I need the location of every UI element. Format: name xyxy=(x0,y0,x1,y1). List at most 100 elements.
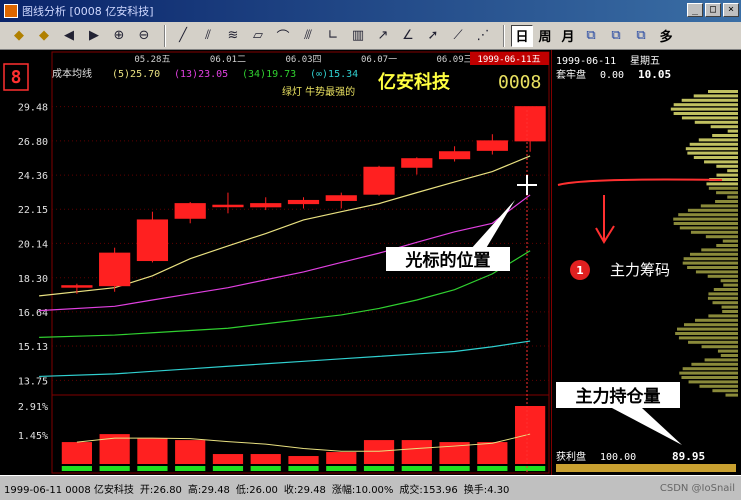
badge-number: 1 xyxy=(576,264,584,277)
chip-bar xyxy=(679,371,738,375)
signal-bar xyxy=(363,466,395,471)
profit-value-price: 89.95 xyxy=(672,450,705,463)
chip-bar xyxy=(722,310,738,313)
parallel-line-icon[interactable]: ⫽ xyxy=(197,25,219,47)
window-cascade-icon[interactable]: ⧉ xyxy=(605,25,627,47)
chart-subtitle: 绿灯 牛势最强的 xyxy=(282,85,355,98)
signal-bar xyxy=(175,466,206,471)
status-high: 高:29.48 xyxy=(187,484,230,496)
signal-bar xyxy=(326,466,357,471)
channel-icon[interactable]: ⫻ xyxy=(297,25,319,47)
chip-bar xyxy=(712,301,738,305)
toolbar: ◆ ◆ ◀ ▶ ⊕ ⊖ ╱ ⫽ ≋ ▱ ⌒ ⫻ ∟ ▥ ↗ ∠ ➚ ⟋ ⋰ 日 … xyxy=(0,22,741,50)
minimize-button[interactable]: _ xyxy=(687,3,703,17)
volume-bars: 2.91% 1.45% xyxy=(18,402,546,471)
signal-bar xyxy=(401,466,432,471)
y-tick-label: 20.14 xyxy=(18,239,48,250)
zoom-out-icon[interactable]: ⊖ xyxy=(133,25,155,47)
arc-draw-icon[interactable]: ⌒ xyxy=(272,25,294,47)
close-button[interactable]: × xyxy=(723,3,739,17)
zoom-in-icon[interactable]: ⊕ xyxy=(108,25,130,47)
kline-chart-area[interactable]: 8 成本均线 (5)25.70 (13)23.05 (34)19.73 (∞)1… xyxy=(0,50,551,475)
wave-line-icon[interactable]: ≋ xyxy=(222,25,244,47)
chip-bar xyxy=(673,222,738,225)
maximize-button[interactable]: □ xyxy=(705,3,721,17)
arrow-line-icon[interactable]: ➚ xyxy=(422,25,444,47)
chip-bar xyxy=(684,323,738,327)
line-draw-icon[interactable]: ╱ xyxy=(172,25,194,47)
price-grid xyxy=(52,106,549,381)
volume-bar xyxy=(61,442,92,464)
candle-body xyxy=(438,151,471,160)
chip-bar xyxy=(681,98,738,102)
chip-bar xyxy=(723,283,738,287)
chip-bar xyxy=(716,244,738,247)
chip-bar xyxy=(716,173,738,177)
kline-chart-svg[interactable]: 8 成本均线 (5)25.70 (13)23.05 (34)19.73 (∞)1… xyxy=(0,50,551,475)
info-weekday: 星期五 xyxy=(630,55,660,67)
chip-distribution-panel[interactable]: 1999-06-11 星期五 套牢盘 0.00 10.05 1 主力筹码 主力持… xyxy=(551,50,741,475)
chip-bar xyxy=(681,376,738,379)
period-month-button[interactable]: 月 xyxy=(557,25,579,47)
scroll-left-icon[interactable]: ◀ xyxy=(58,25,80,47)
gann-icon[interactable]: ↗ xyxy=(372,25,394,47)
down-arrow-icon xyxy=(595,195,615,244)
chip-bar xyxy=(673,217,738,221)
chip-bar xyxy=(705,235,738,239)
scroll-right-icon[interactable]: ▶ xyxy=(83,25,105,47)
chip-bar xyxy=(682,261,738,265)
volume-bar xyxy=(212,454,244,464)
period-week-button[interactable]: 周 xyxy=(534,25,556,47)
cycle-line-icon[interactable]: ⋰ xyxy=(472,25,494,47)
volume-tick-label: 2.91% xyxy=(18,402,48,413)
chip-bar xyxy=(687,151,738,155)
angle-line-icon[interactable]: ∠ xyxy=(397,25,419,47)
chip-bar xyxy=(715,200,738,203)
hold-callout-pointer xyxy=(612,408,682,445)
hold-callout-text: 主力持仓量 xyxy=(576,386,661,407)
y-tick-label: 26.80 xyxy=(18,137,48,148)
signal-bar xyxy=(439,466,470,471)
hold-value-price: 10.05 xyxy=(638,68,671,81)
chip-bar xyxy=(677,327,738,331)
signal-bar xyxy=(515,466,546,471)
chip-bar xyxy=(691,362,738,366)
chip-bar xyxy=(687,266,738,269)
period-multi-button[interactable]: 多 xyxy=(655,25,677,47)
window-tile-icon[interactable]: ⧉ xyxy=(580,25,602,47)
chip-bar xyxy=(688,380,738,384)
chip-bar xyxy=(710,125,738,129)
chip-bar xyxy=(682,367,738,371)
previous-stock-icon[interactable]: ◆ xyxy=(8,25,30,47)
chip-bar xyxy=(683,257,738,261)
period-day-button[interactable]: 日 xyxy=(511,24,533,47)
window-title: 图线分析 [0008 亿安科技] xyxy=(22,5,154,18)
signal-bar xyxy=(288,466,319,471)
status-watermark: CSDN @IoSnail xyxy=(659,482,735,494)
chip-bar xyxy=(689,252,738,256)
chip-bar xyxy=(720,354,738,357)
next-stock-icon[interactable]: ◆ xyxy=(33,25,55,47)
chip-bar xyxy=(679,226,738,230)
window-split-icon[interactable]: ⧉ xyxy=(630,25,652,47)
signal-bar xyxy=(137,466,168,471)
chip-bar xyxy=(693,94,738,98)
cost-line xyxy=(557,178,723,186)
chip-bar xyxy=(690,230,738,234)
chip-bar xyxy=(673,103,738,107)
profit-value-pct: 100.00 xyxy=(600,452,636,463)
chip-bar xyxy=(678,213,738,217)
signal-bar xyxy=(99,466,130,471)
candle-body xyxy=(287,199,320,205)
chip-bar xyxy=(698,138,738,142)
text-draw-icon[interactable]: ⟋ xyxy=(447,25,469,47)
volume-bar xyxy=(137,438,168,464)
y-tick-label: 16.64 xyxy=(18,308,48,319)
rect-draw-icon[interactable]: ▱ xyxy=(247,25,269,47)
fan-line-icon[interactable]: ∟ xyxy=(322,25,344,47)
volume-bar xyxy=(363,440,395,464)
grid-icon[interactable]: ▥ xyxy=(347,25,369,47)
chip-bar xyxy=(712,134,738,137)
status-close: 收:29.48 xyxy=(283,484,326,496)
volume-bar xyxy=(175,440,206,464)
